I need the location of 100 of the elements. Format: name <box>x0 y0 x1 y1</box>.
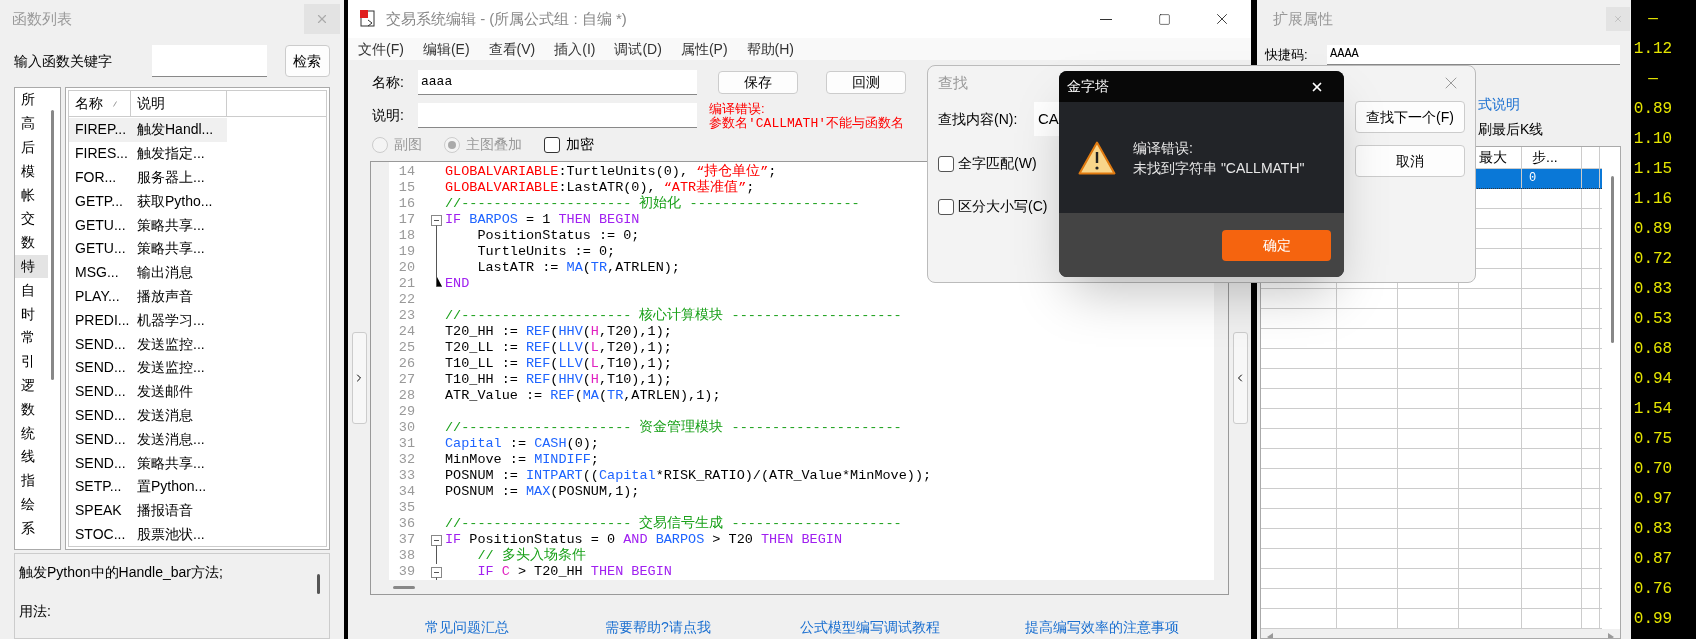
menu-item[interactable]: 文件(F) <box>358 38 404 60</box>
menu-item[interactable]: 编辑(E) <box>422 38 470 60</box>
menu-item[interactable]: 调试(D) <box>614 38 662 60</box>
function-row[interactable]: GETU... 策略共享... <box>69 213 227 237</box>
menu-item[interactable]: 插入(I) <box>554 38 596 60</box>
function-row[interactable]: GETU... 策略共享... <box>69 237 227 261</box>
scrollbar-thumb[interactable] <box>1611 175 1614 343</box>
menu-item[interactable]: 帮助(H) <box>746 38 794 60</box>
line-number: 36 <box>397 516 415 532</box>
fold-toggle-icon[interactable] <box>431 564 442 580</box>
function-description: 发送监控... <box>136 358 205 378</box>
category-item[interactable]: 常 <box>15 325 48 350</box>
help-link[interactable]: 提高编写效率的注意事项 <box>1025 619 1179 635</box>
description-field[interactable] <box>418 103 697 129</box>
help-link[interactable]: 需要帮助?请点我 <box>605 619 711 635</box>
dialog-button[interactable]: 查找下一个(F) <box>1355 101 1465 133</box>
function-description: 服务器上... <box>136 168 205 187</box>
menu-item[interactable]: 查看(V) <box>488 38 536 60</box>
category-item[interactable]: 数 <box>15 397 48 422</box>
search-button[interactable]: 检索 <box>284 45 330 77</box>
fold-toggle-icon[interactable] <box>431 212 442 228</box>
message-title: 金字塔 <box>1067 77 1109 96</box>
category-item[interactable]: 高 <box>15 111 48 136</box>
category-item[interactable]: 帐 <box>15 183 48 207</box>
function-row[interactable]: FOR... 服务器上... <box>69 165 227 190</box>
menu-item[interactable]: 属性(P) <box>680 38 728 60</box>
line-number: 21 <box>397 276 415 292</box>
price-label: 0.99 <box>1632 609 1674 630</box>
checkbox[interactable] <box>938 155 954 172</box>
function-row[interactable]: STOC... 股票池状... <box>69 522 227 547</box>
category-item[interactable]: 所 <box>15 88 48 112</box>
search-field[interactable] <box>152 45 267 77</box>
scrollbar-thumb[interactable] <box>317 574 320 594</box>
line-number: 18 <box>397 228 415 244</box>
function-row[interactable]: SETP... 置Python... <box>69 474 227 499</box>
save-button[interactable]: 保存 <box>718 70 798 94</box>
shortcut-field[interactable]: AAAA <box>1327 44 1620 65</box>
column-header[interactable]: 步... <box>1522 146 1558 168</box>
line-number: 17 <box>397 212 415 228</box>
checkbox-label: 全字匹配(W) <box>958 154 1037 173</box>
function-row[interactable]: MSG... 输出消息 <box>69 260 227 285</box>
function-description: 发送邮件 <box>136 382 193 402</box>
scrollbar-thumb[interactable] <box>51 110 54 380</box>
function-row[interactable]: SEND... 策略共享... <box>69 451 227 475</box>
line-number: 30 <box>397 420 415 436</box>
category-item[interactable]: 后 <box>15 135 48 160</box>
category-item[interactable]: 线 <box>15 444 48 469</box>
category-item[interactable]: 统 <box>15 421 48 445</box>
function-row[interactable]: SEND... 发送消息 <box>69 403 227 428</box>
code-line: T10_HH := REF(HHV(H,T10),1); <box>445 372 672 388</box>
backtest-button[interactable]: 回测 <box>826 70 906 94</box>
collapse-handle[interactable] <box>351 332 367 424</box>
column-header[interactable]: 最大 <box>1479 146 1507 168</box>
function-row[interactable]: FIREP... 触发Handl... <box>69 118 227 142</box>
category-item[interactable]: 自 <box>15 278 48 303</box>
function-name: SEND... <box>74 334 127 354</box>
collapse-handle[interactable] <box>1232 332 1248 424</box>
fold-toggle-icon[interactable] <box>431 532 442 548</box>
code-line: ATR_Value := REF(MA(TR,ATRLEN),1); <box>445 388 721 404</box>
checkbox[interactable] <box>544 136 560 153</box>
line-number: 34 <box>397 484 415 500</box>
column-header[interactable]: 说明 <box>131 91 227 116</box>
find-field[interactable]: CA <box>1034 102 1061 136</box>
category-item[interactable]: 时 <box>15 302 48 326</box>
function-row[interactable]: FIRES... 触发指定... <box>69 141 227 166</box>
name-field[interactable]: aaaa <box>418 69 697 95</box>
help-link[interactable]: 公式模型编写调试教程 <box>800 619 940 635</box>
warning-icon <box>1078 140 1116 175</box>
category-item[interactable]: 绘 <box>15 492 48 517</box>
table-cell-text: 0 <box>1528 170 1537 188</box>
price-label: 0.76 <box>1632 579 1674 600</box>
function-row[interactable]: PLAY... 播放声音 <box>69 284 227 309</box>
category-item[interactable]: 模 <box>15 159 48 184</box>
column-header[interactable]: 名称 <box>69 91 131 116</box>
function-row[interactable]: GETP... 获取Pytho... <box>69 189 227 214</box>
category-item[interactable]: 交 <box>15 207 48 231</box>
category-item[interactable]: 逻 <box>15 373 48 398</box>
dialog-button[interactable]: 取消 <box>1355 145 1465 177</box>
category-item[interactable]: 系 <box>15 516 48 541</box>
category-item[interactable]: 指 <box>15 468 48 493</box>
scrollbar-thumb[interactable] <box>393 585 415 589</box>
code-line: T20_LL := REF(LLV(L,T20),1); <box>445 340 672 356</box>
category-item[interactable]: 数 <box>15 230 48 255</box>
scrollbar-track[interactable] <box>371 580 1228 594</box>
function-row[interactable]: SPEAK 播报语音 <box>69 498 227 523</box>
category-item[interactable]: 引 <box>15 349 48 374</box>
close-button[interactable] <box>304 4 340 34</box>
function-row[interactable]: SEND... 发送监控... <box>69 332 227 356</box>
code-line: POSNUM := INTPART((Capital*RISK_RATIO)/(ATR_Value*MinMove)); <box>445 468 932 484</box>
formula-description-link[interactable]: 式说明 <box>1478 93 1520 114</box>
category-item[interactable]: 特 <box>15 254 48 279</box>
search-label: 输入函数关键字 <box>14 51 113 71</box>
checkbox[interactable] <box>938 198 954 215</box>
line-number: 31 <box>397 436 415 452</box>
function-row[interactable]: SEND... 发送监控... <box>69 355 227 380</box>
function-row[interactable]: SEND... 发送消息... <box>69 427 227 452</box>
function-row[interactable]: PREDI... 机器学习... <box>69 308 227 333</box>
help-link[interactable]: 常见问题汇总 <box>425 619 509 635</box>
function-row[interactable]: SEND... 发送邮件 <box>69 379 227 404</box>
error-text: 编译错误: <box>709 100 766 116</box>
